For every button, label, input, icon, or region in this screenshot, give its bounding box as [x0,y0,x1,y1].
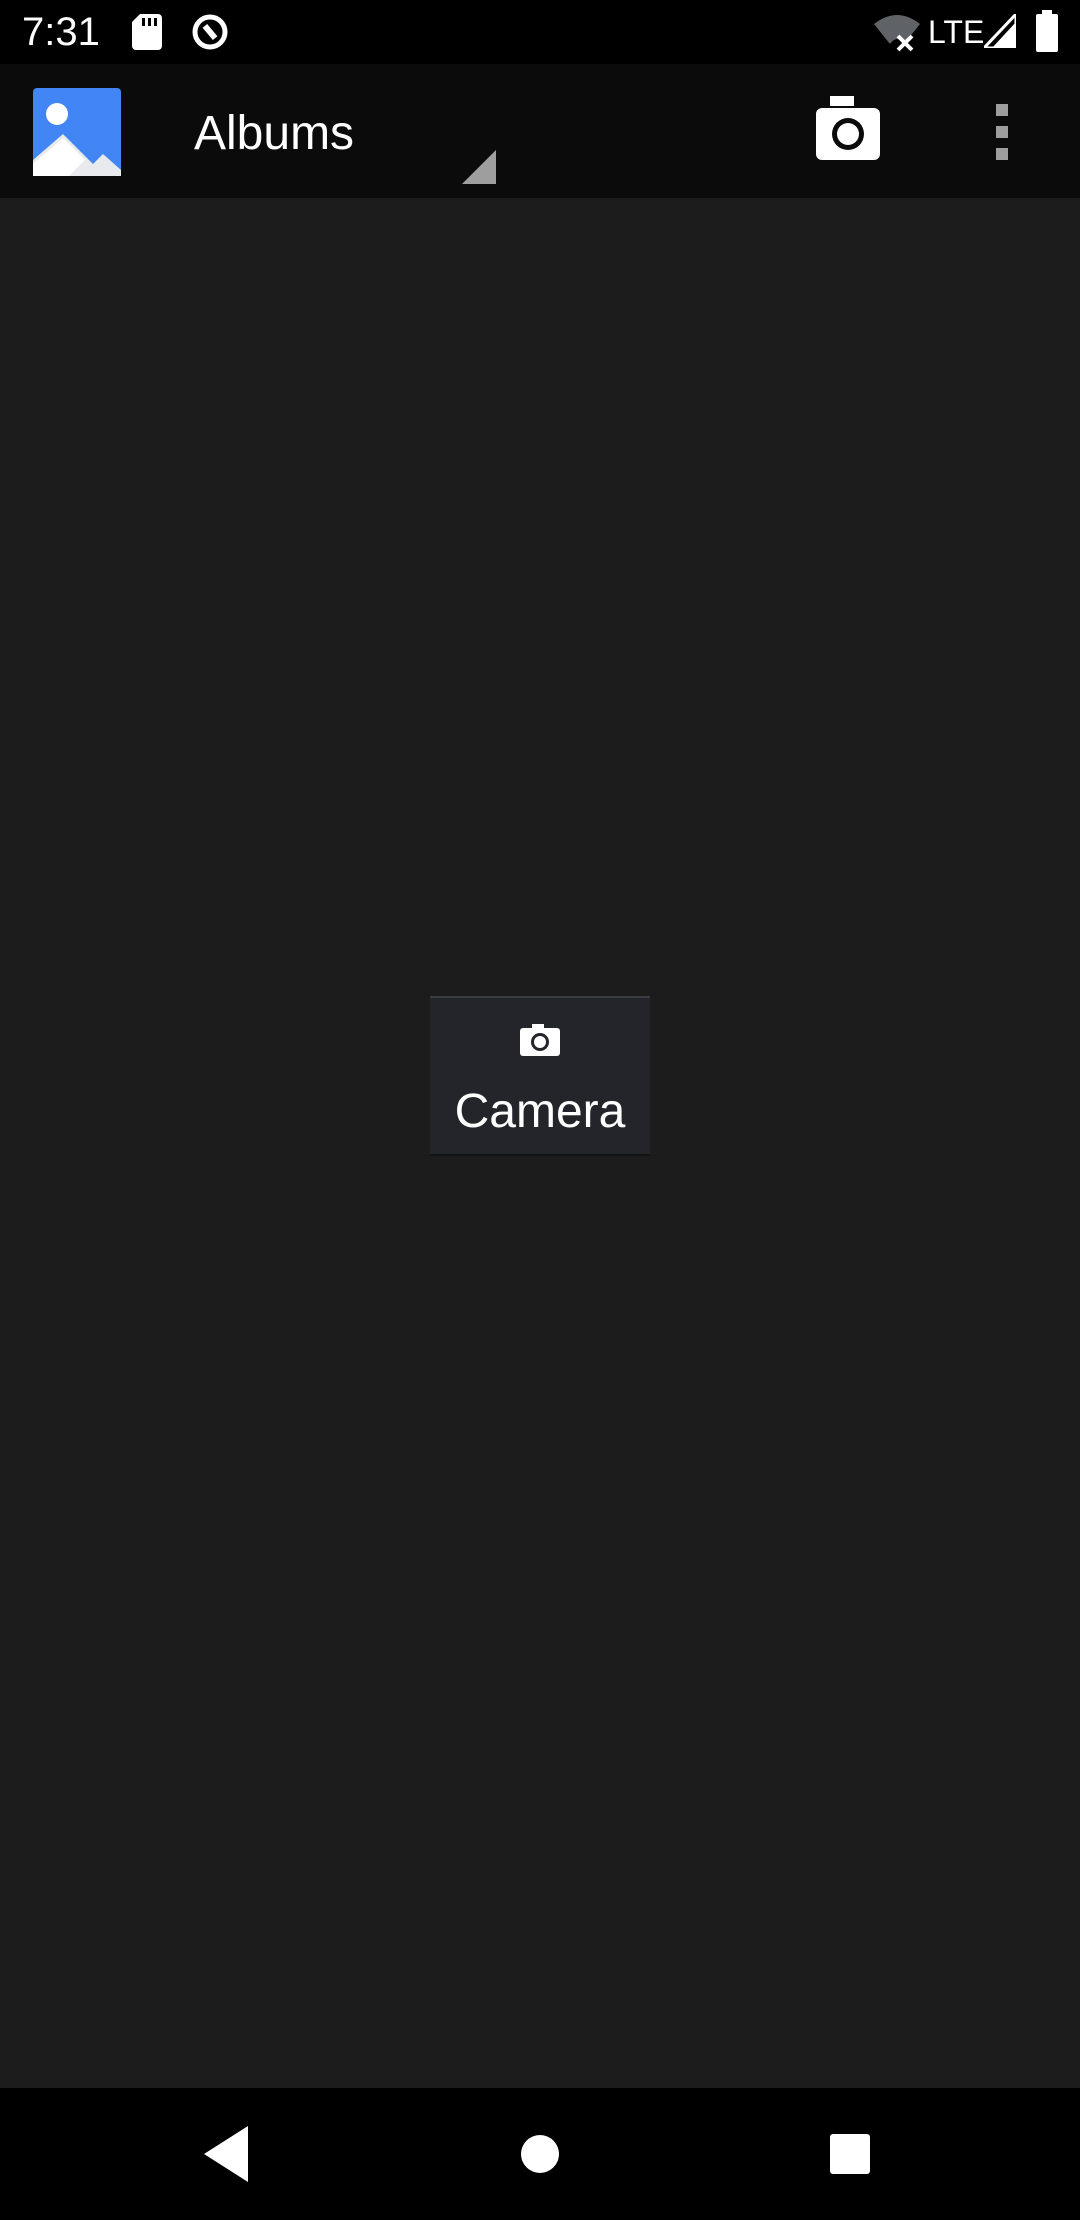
status-time: 7:31 [22,10,100,54]
data-saver-icon [192,14,228,50]
recents-icon[interactable] [810,2114,890,2194]
album-label: Camera [454,1085,626,1138]
wifi-off-icon [874,15,920,52]
back-icon[interactable] [186,2114,266,2194]
status-bar: 7:31 LTE [0,0,1080,64]
spinner-label: Albums [194,107,355,160]
sd-card-icon [132,14,162,50]
gallery-screen: 7:31 LTE Albums Camera [0,0,1080,2220]
album-view-spinner[interactable]: Albums [180,74,500,188]
home-icon[interactable] [500,2114,580,2194]
navigation-bar [0,2088,1080,2220]
camera-icon[interactable] [800,94,896,170]
album-grid: Camera [0,198,1080,2088]
app-bar: Albums [0,64,1080,198]
network-type: LTE [928,14,985,50]
gallery-logo-icon[interactable] [33,88,121,176]
camera-icon [520,1024,560,1056]
album-tile-camera[interactable]: Camera [430,996,650,1156]
battery-icon [1036,10,1058,52]
dropdown-arrow-icon [462,150,496,184]
signal-icon [984,14,1016,48]
overflow-menu-icon[interactable] [976,94,1028,170]
